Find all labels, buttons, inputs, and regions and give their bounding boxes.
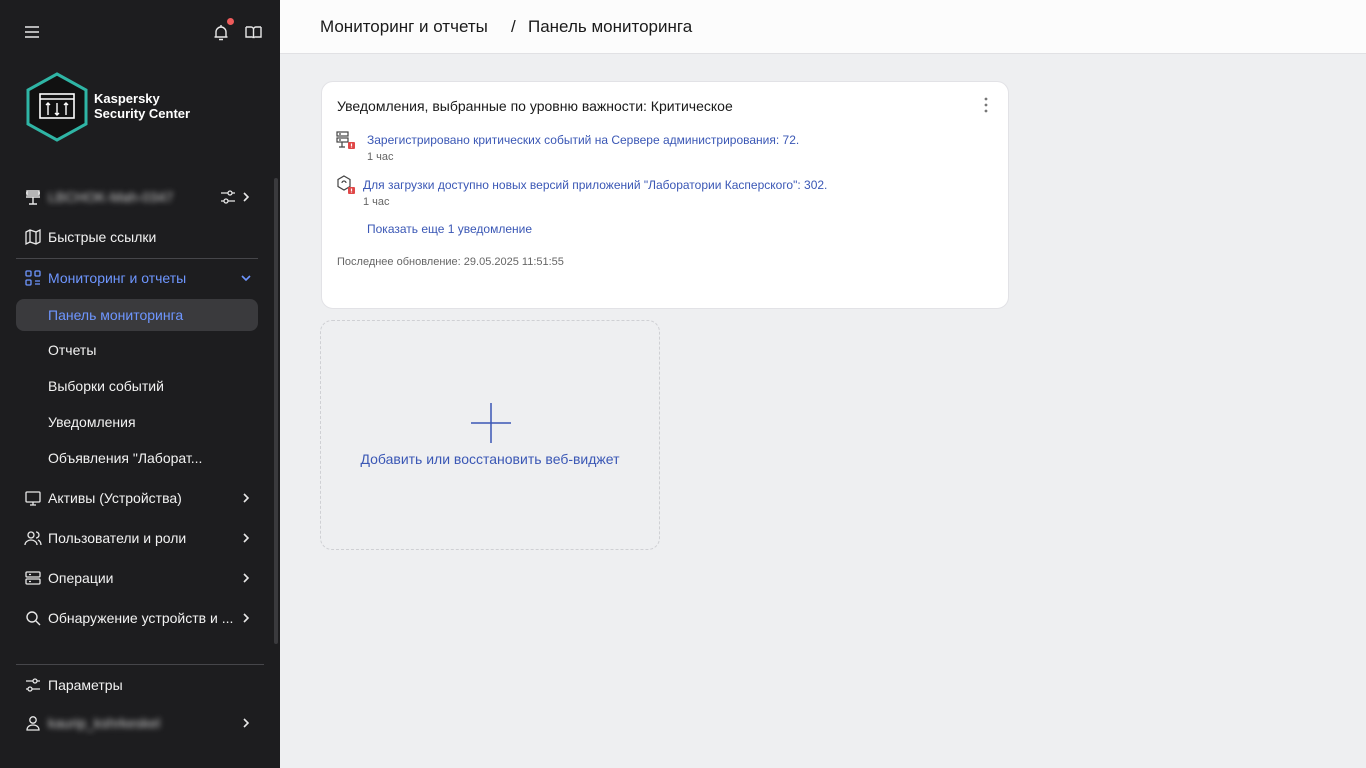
product-name-line1: Kaspersky	[94, 91, 160, 106]
chevron-right-icon	[243, 613, 250, 623]
chevron-down-icon	[241, 275, 251, 282]
update-alert-icon	[337, 175, 355, 194]
chevron-right-icon	[243, 192, 250, 202]
notification-link[interactable]: Зарегистрировано критических событий на …	[367, 133, 799, 147]
sidebar-subitem-reports[interactable]: Отчеты	[16, 334, 258, 366]
sidebar-subitem-label: Уведомления	[48, 414, 136, 430]
notification-link[interactable]: Для загрузки доступно новых версий прило…	[363, 178, 827, 192]
chevron-right-icon	[243, 493, 250, 503]
user-icon	[26, 716, 40, 731]
sidebar-item-label: Обнаружение устройств и ...	[48, 610, 234, 626]
server-name: LBCHOK-Mah-0347	[48, 189, 174, 205]
sidebar-scrollbar[interactable]	[274, 178, 278, 644]
server-selector[interactable]: LBCHOK-Mah-0347	[16, 181, 258, 213]
sidebar-item-operations[interactable]: Операции	[16, 562, 258, 594]
sidebar-subitem-label: Выборки событий	[48, 378, 164, 394]
sidebar-item-label: Операции	[48, 570, 114, 586]
sidebar-item-device-discovery[interactable]: Обнаружение устройств и ...	[16, 602, 258, 634]
widget-title: Уведомления, выбранные по уровню важност…	[337, 98, 733, 114]
sidebar-item-label: Быстрые ссылки	[48, 229, 157, 245]
sidebar-subitem-announcements[interactable]: Объявления "Лаборат...	[16, 442, 258, 474]
users-icon	[24, 531, 42, 546]
page-header: Мониторинг и отчеты / Панель мониторинга	[280, 0, 1366, 54]
book-icon[interactable]	[244, 23, 262, 41]
add-widget-button[interactable]: Добавить или восстановить веб-виджет	[320, 320, 660, 550]
sidebar-item-quick-links[interactable]: Быстрые ссылки	[16, 221, 258, 253]
notification-time: 1 час	[367, 151, 394, 163]
plus-icon	[471, 403, 511, 443]
sidebar-subitem-notifications[interactable]: Уведомления	[16, 406, 258, 438]
notifications-widget: Уведомления, выбранные по уровню важност…	[321, 81, 1009, 309]
breadcrumb-separator: /	[511, 17, 516, 36]
chevron-right-icon	[243, 533, 250, 543]
sidebar: Kaspersky Security Center LBCHOK-Mah-034…	[0, 0, 280, 768]
chevron-right-icon	[243, 718, 250, 728]
bell-icon[interactable]	[212, 23, 230, 41]
hamburger-icon[interactable]	[23, 23, 41, 41]
sidebar-subitem-event-selections[interactable]: Выборки событий	[16, 370, 258, 402]
divider	[16, 258, 258, 259]
sidebar-item-monitoring[interactable]: Мониторинг и отчеты	[16, 262, 258, 294]
dashboard-icon	[25, 270, 41, 286]
divider	[16, 664, 264, 665]
chevron-right-icon	[243, 573, 250, 583]
show-more-link[interactable]: Показать еще 1 уведомление	[367, 222, 532, 236]
sidebar-item-label: Активы (Устройства)	[48, 490, 182, 506]
sidebar-item-settings[interactable]: Параметры	[16, 669, 258, 701]
sidebar-item-users-roles[interactable]: Пользователи и роли	[16, 522, 258, 554]
sliders-icon	[26, 678, 40, 692]
breadcrumb-current: Панель мониторинга	[528, 17, 693, 36]
notification-time: 1 час	[363, 196, 390, 208]
last-update-text: Последнее обновление: 29.05.2025 11:51:5…	[337, 256, 564, 268]
monitor-icon	[25, 491, 41, 506]
sidebar-subitem-label: Объявления "Лаборат...	[48, 450, 203, 466]
server-alert-icon	[336, 131, 355, 149]
sidebar-top-bar	[0, 0, 280, 64]
user-name: kaurip_kshrkeskel	[48, 715, 161, 731]
product-name: Kaspersky Security Center	[94, 91, 190, 121]
sidebar-item-label: Пользователи и роли	[48, 530, 187, 546]
filter-settings-icon[interactable]	[220, 189, 236, 205]
notification-dot	[227, 18, 234, 25]
breadcrumb-monitoring[interactable]: Мониторинг и отчеты	[320, 17, 488, 37]
server-icon	[26, 190, 40, 205]
more-options-icon[interactable]	[978, 96, 994, 114]
sidebar-item-label: Мониторинг и отчеты	[48, 270, 187, 286]
sidebar-item-user-account[interactable]: kaurip_kshrkeskel	[16, 707, 258, 739]
sidebar-subitem-label: Панель мониторинга	[48, 307, 184, 323]
add-widget-label: Добавить или восстановить веб-виджет	[360, 451, 620, 467]
sidebar-subitem-dashboard[interactable]: Панель мониторинга	[16, 299, 258, 331]
map-icon	[25, 228, 41, 246]
sidebar-subitem-label: Отчеты	[48, 342, 97, 358]
server-stack-icon	[25, 571, 41, 585]
sidebar-item-label: Параметры	[48, 677, 123, 693]
search-icon	[26, 611, 41, 626]
product-name-line2: Security Center	[94, 106, 191, 121]
sidebar-item-assets[interactable]: Активы (Устройства)	[16, 482, 258, 514]
